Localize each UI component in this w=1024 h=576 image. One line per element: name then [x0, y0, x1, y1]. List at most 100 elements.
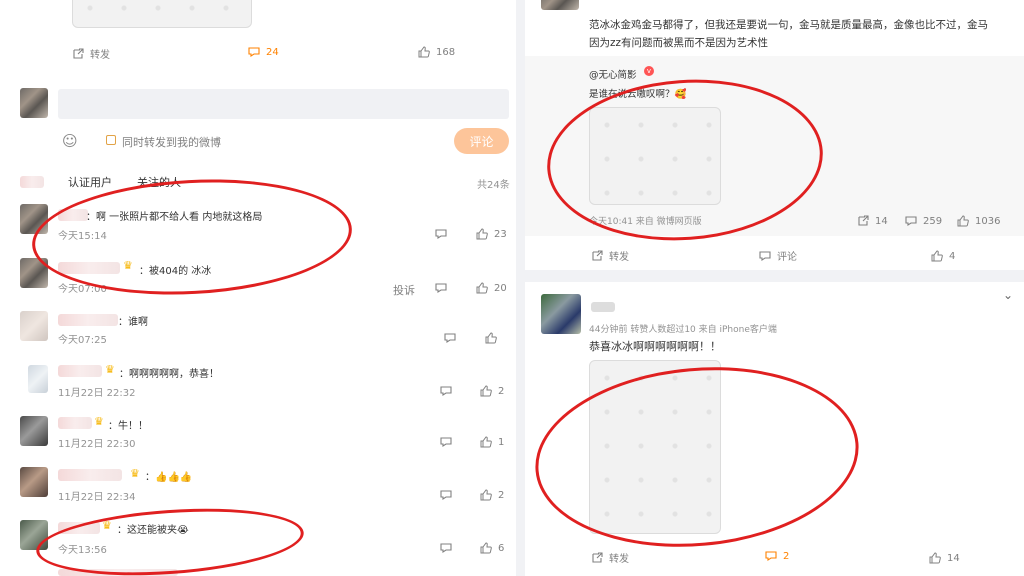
repost-label: 转发 [609, 554, 629, 565]
blurred-username [58, 365, 102, 377]
like-count: 6 [498, 542, 505, 554]
comment-text: ：啊啊啊啊啊，恭喜！ [119, 369, 219, 380]
report-link[interactable]: 投诉 [393, 282, 415, 298]
thumbs-up-icon [957, 215, 969, 227]
tab-verified-users[interactable]: 认证用户 [68, 174, 112, 190]
annotation-circle [527, 354, 867, 560]
comment-icon [248, 46, 260, 58]
comment-action[interactable]: 24 [248, 46, 279, 58]
comment-input[interactable] [58, 89, 509, 119]
thumbs-up-icon [418, 46, 430, 58]
like-action[interactable]: 20 [476, 282, 507, 294]
avatar [20, 88, 48, 118]
comment-text: ：牛！！ [108, 421, 148, 432]
like-action[interactable]: 14 [929, 552, 960, 564]
comment-count: 259 [923, 215, 943, 227]
repost-action[interactable]: 转发 [72, 46, 110, 61]
comment-time: 今天07:25 [58, 335, 107, 346]
avatar [20, 467, 48, 497]
like-count: 168 [436, 46, 456, 58]
comment-action[interactable]: 2 [765, 550, 789, 562]
comment-action[interactable]: 评论 [759, 248, 797, 263]
repost-checkbox[interactable] [106, 135, 116, 145]
repost-icon [857, 215, 869, 227]
like-action[interactable]: 2 [480, 489, 504, 501]
like-action[interactable]: 1 [480, 436, 504, 448]
crown-icon: ♛ [130, 467, 140, 480]
repost-action[interactable]: 转发 [591, 550, 629, 565]
repost-icon [591, 551, 603, 564]
like-count: 4 [949, 250, 956, 262]
repost-icon [72, 47, 84, 60]
reply-icon[interactable] [435, 228, 447, 240]
like-count: 1036 [975, 215, 1001, 227]
comment-text: ：谁啊 [118, 317, 148, 328]
reply-icon[interactable] [444, 332, 456, 344]
avatar [20, 311, 48, 341]
crown-icon: ♛ [94, 415, 104, 428]
comment-text: ：👍👍👍 [145, 472, 193, 483]
thumbs-up-icon [931, 250, 943, 262]
like-action[interactable]: 2 [480, 385, 504, 397]
comment-action[interactable]: 259 [905, 215, 942, 227]
quote-author[interactable]: @无心简影 [589, 67, 637, 81]
comment-count: 24 [266, 46, 279, 58]
emoji-icon[interactable]: ☺ [62, 132, 78, 150]
chevron-down-icon[interactable]: ⌄ [1003, 288, 1013, 302]
post-text: 恭喜冰冰啊啊啊啊啊啊！！ [589, 340, 721, 353]
thumbs-up-icon [485, 332, 497, 344]
avatar [28, 365, 48, 393]
reply-icon[interactable] [440, 385, 452, 397]
like-count: 2 [498, 385, 505, 397]
reply-icon[interactable] [440, 542, 452, 554]
repost-action[interactable]: 转发 [591, 248, 629, 263]
post-text: 范冰冰金鸡金马都得了，但我还是要说一句，金马就是质量最高，金像也比不过，金马 因… [589, 16, 988, 52]
comment-time: 11月22日 22:34 [58, 492, 136, 503]
total-count: 共24条 [477, 180, 510, 191]
repost-checkbox-label: 同时转发到我的微博 [122, 136, 221, 149]
blurred-username [58, 314, 118, 326]
like-action[interactable]: 4 [931, 250, 955, 262]
avatar [20, 416, 48, 446]
comment-count: 2 [783, 550, 790, 562]
thumbs-up-icon [480, 436, 492, 448]
comment-icon [765, 550, 777, 562]
repost-action[interactable]: 14 [857, 215, 888, 227]
post-card: ⌄ 44分钟前 转赞人数超过10 来自 iPhone客户端 恭喜冰冰啊啊啊啊啊啊… [525, 282, 1024, 576]
annotation-circle [34, 500, 306, 576]
like-action[interactable] [485, 332, 503, 344]
reply-icon[interactable] [440, 436, 452, 448]
post-text-line: 因为zz有问题而被黑而不是因为艺术性 [589, 37, 769, 49]
verified-icon: v [644, 66, 654, 76]
image-placeholder[interactable] [72, 0, 252, 28]
comment-submit-button[interactable]: 评论 [454, 128, 509, 154]
comment-label: 评论 [777, 252, 797, 263]
blurred-username [58, 469, 122, 481]
post-meta: 44分钟前 转赞人数超过10 来自 iPhone客户端 [589, 325, 777, 335]
repost-count: 14 [875, 215, 888, 227]
like-action[interactable]: 23 [476, 228, 507, 240]
avatar [541, 294, 581, 334]
comment-icon [905, 215, 917, 227]
thumbs-up-icon [476, 282, 488, 294]
reply-icon[interactable] [435, 282, 447, 294]
like-action[interactable]: 168 [418, 46, 455, 58]
crown-icon: ♛ [105, 363, 115, 376]
reply-icon[interactable] [440, 489, 452, 501]
blurred-badge [20, 176, 44, 188]
like-action[interactable]: 1036 [957, 215, 1000, 227]
blurred-username [58, 417, 92, 429]
thumbs-up-icon [480, 542, 492, 554]
thumbs-up-icon [476, 228, 488, 240]
like-count: 1 [498, 436, 505, 448]
like-count: 23 [494, 228, 507, 240]
thumbs-up-icon [480, 489, 492, 501]
like-action[interactable]: 6 [480, 542, 504, 554]
like-count: 14 [947, 552, 960, 564]
repost-label: 转发 [90, 50, 110, 61]
thumbs-up-icon [929, 552, 941, 564]
repost-icon [591, 249, 603, 262]
like-count: 20 [494, 282, 507, 294]
repost-label: 转发 [609, 252, 629, 263]
blurred-username [591, 302, 615, 312]
